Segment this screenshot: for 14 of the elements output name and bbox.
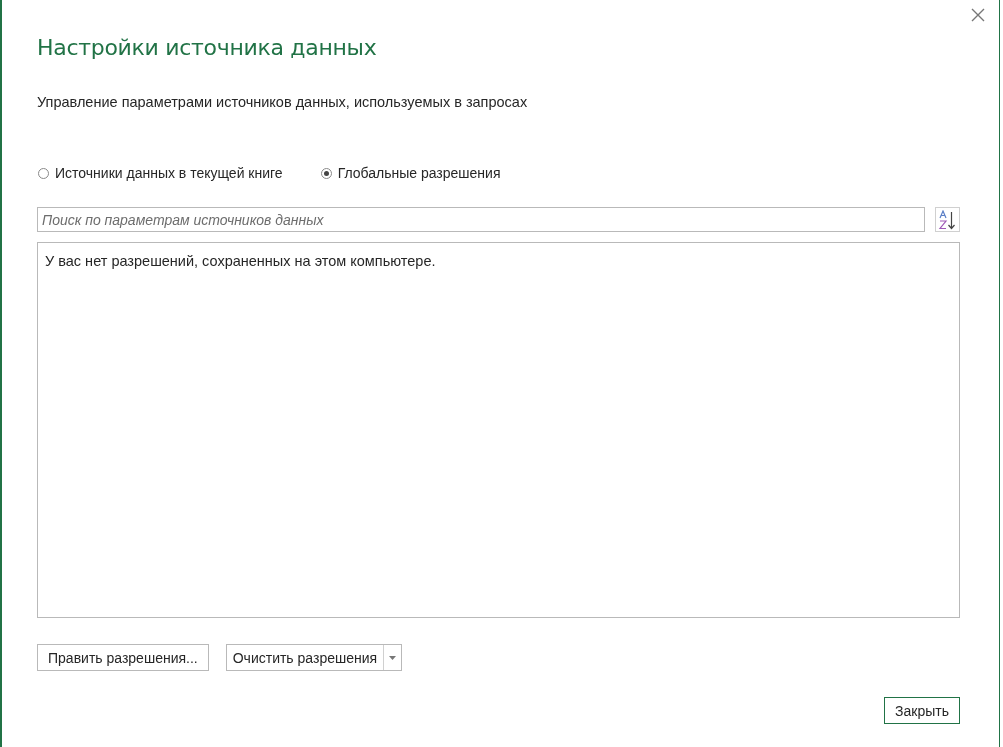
search-field[interactable]: Поиск по параметрам источников данных (37, 207, 925, 232)
dialog-title: Настройки источника данных (37, 34, 378, 62)
radio-button[interactable] (320, 167, 332, 179)
sort-button[interactable] (935, 207, 960, 232)
close-icon[interactable] (971, 8, 985, 22)
sort-az-icon (938, 209, 957, 230)
caret-icon (389, 655, 397, 660)
empty-message: У вас нет разрешений, сохраненных на этом компьютере. (45, 253, 437, 269)
close-button[interactable]: Закрыть (884, 697, 960, 724)
dialog-subtitle: Управление параметрами источников данных, используемых в запросах (37, 93, 529, 112)
radio-label[interactable]: Источники данных в текущей книге (55, 165, 283, 181)
radio-button[interactable] (38, 167, 49, 179)
edit-permissions-button[interactable]: Править разрешения... (37, 644, 209, 671)
radio-label[interactable]: Глобальные разрешения (337, 165, 501, 181)
